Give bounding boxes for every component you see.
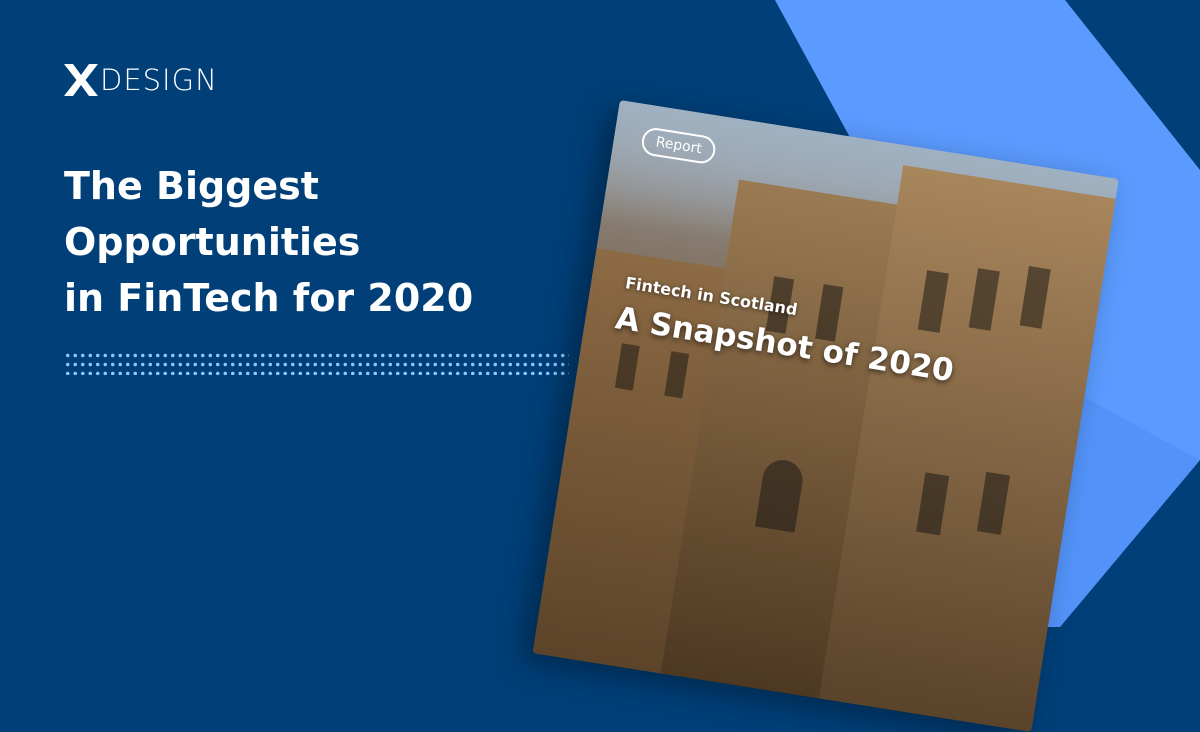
brand-name: DESIGN <box>100 63 218 97</box>
brand-logo[interactable]: DESIGN <box>64 62 218 98</box>
headline-line-2: Opportunities <box>64 220 361 264</box>
x-logo-icon <box>64 64 98 96</box>
report-cover[interactable]: Report Fintech in Scotland A Snapshot of… <box>532 100 1119 732</box>
page-headline: The Biggest Opportunities in FinTech for… <box>64 158 584 326</box>
headline-line-3: in FinTech for 2020 <box>64 276 474 320</box>
dotted-divider <box>64 351 569 375</box>
headline-line-1: The Biggest <box>64 164 319 208</box>
